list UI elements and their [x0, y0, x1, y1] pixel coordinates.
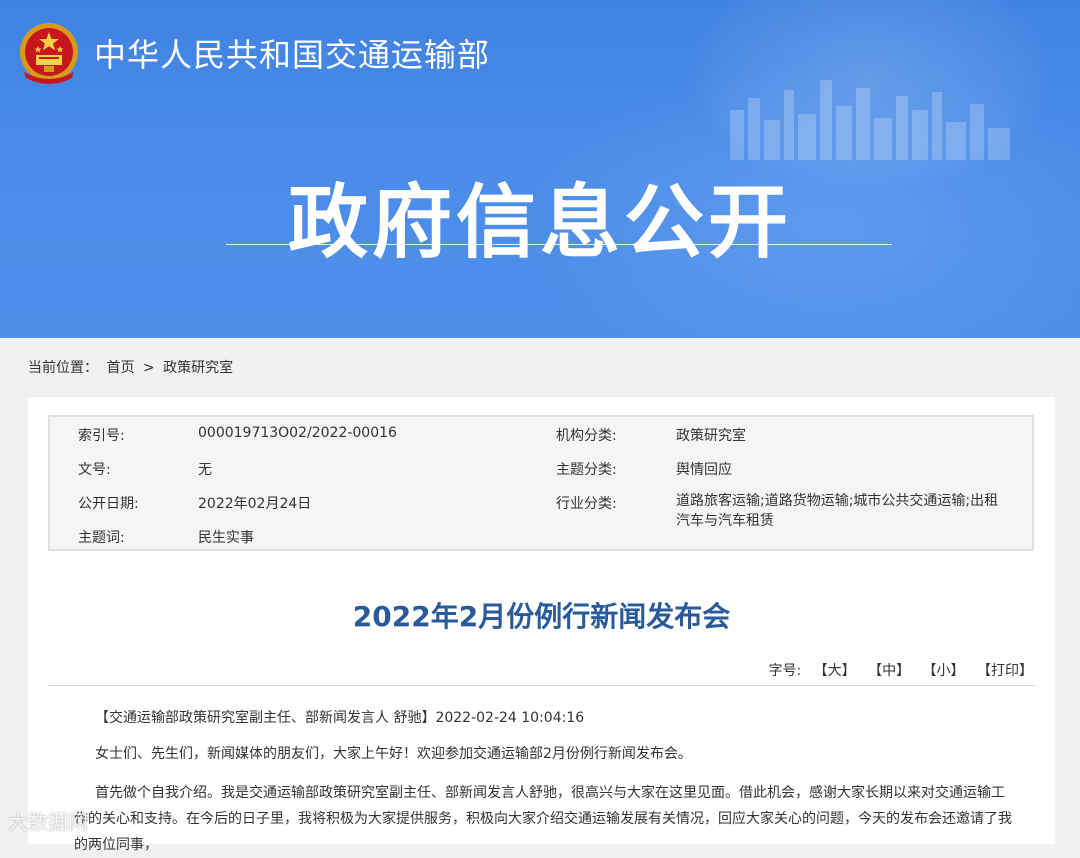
hero-underline [226, 244, 892, 245]
article-container: 索引号: 000019713O02/2022-00016 机构分类: 政策研究室… [28, 397, 1055, 853]
font-size-medium-button[interactable]: 【中】 [868, 663, 910, 679]
breadcrumb: 当前位置： 首页 > 政策研究室 [28, 357, 237, 377]
article-byline: 【交通运输部政策研究室副主任、部新闻发言人 舒驰】2022-02-24 10:0… [95, 710, 585, 726]
breadcrumb-home-link[interactable]: 首页 [106, 360, 134, 376]
breadcrumb-separator: > [142, 360, 155, 376]
document-meta-table: 索引号: 000019713O02/2022-00016 机构分类: 政策研究室… [48, 415, 1034, 551]
ministry-title[interactable]: 中华人民共和国交通运输部 [94, 30, 490, 76]
breadcrumb-current-link[interactable]: 政策研究室 [163, 360, 233, 376]
font-size-large-button[interactable]: 【大】 [814, 663, 856, 679]
meta-keyword-label: 主题词: [78, 530, 125, 546]
article-paragraph: 女士们、先生们，新闻媒体的朋友们，大家上午好！欢迎参加交通运输部2月份例行新闻发… [95, 746, 692, 762]
header-banner: 中华人民共和国交通运输部 政府信息公开 [0, 0, 1080, 338]
meta-date-label: 公开日期: [78, 496, 139, 512]
print-button[interactable]: 【打印】 [977, 663, 1033, 679]
meta-org-label: 机构分类: [556, 428, 617, 444]
section-hero-title: 政府信息公开 [288, 176, 792, 269]
title-divider [48, 685, 1035, 686]
meta-doc-label: 文号: [78, 462, 111, 478]
font-size-toolbar: 字号: 【大】 【中】 【小】 【打印】 [768, 660, 1033, 680]
font-size-small-button[interactable]: 【小】 [923, 663, 965, 679]
article-title: 2022年2月份例行新闻发布会 [352, 600, 731, 633]
meta-doc-value: 无 [198, 462, 212, 478]
meta-topic-label: 主题分类: [556, 462, 617, 478]
meta-industry-value: 道路旅客运输;道路货物运输;城市公共交通运输;出租汽车与汽车租赁 [676, 493, 999, 529]
meta-org-value: 政策研究室 [676, 428, 746, 444]
meta-date-value: 2022年02月24日 [198, 496, 312, 512]
meta-industry-label: 行业分类: [556, 496, 617, 512]
meta-keyword-value: 民生实事 [198, 530, 254, 546]
breadcrumb-label: 当前位置： [28, 360, 98, 376]
meta-index-value: 000019713O02/2022-00016 [198, 425, 397, 441]
national-emblem-icon [20, 23, 78, 84]
meta-topic-value: 舆情回应 [676, 462, 732, 478]
article-paragraph: 首先做个自我介绍。我是交通运输部政策研究室副主任、部新闻发言人舒驰，很高兴与大家… [74, 785, 1012, 853]
city-skyline-icon [730, 80, 1010, 160]
meta-index-label: 索引号: [78, 428, 125, 444]
font-size-label: 字号: [768, 663, 802, 679]
watermark-text: 大数据网 [8, 810, 88, 834]
